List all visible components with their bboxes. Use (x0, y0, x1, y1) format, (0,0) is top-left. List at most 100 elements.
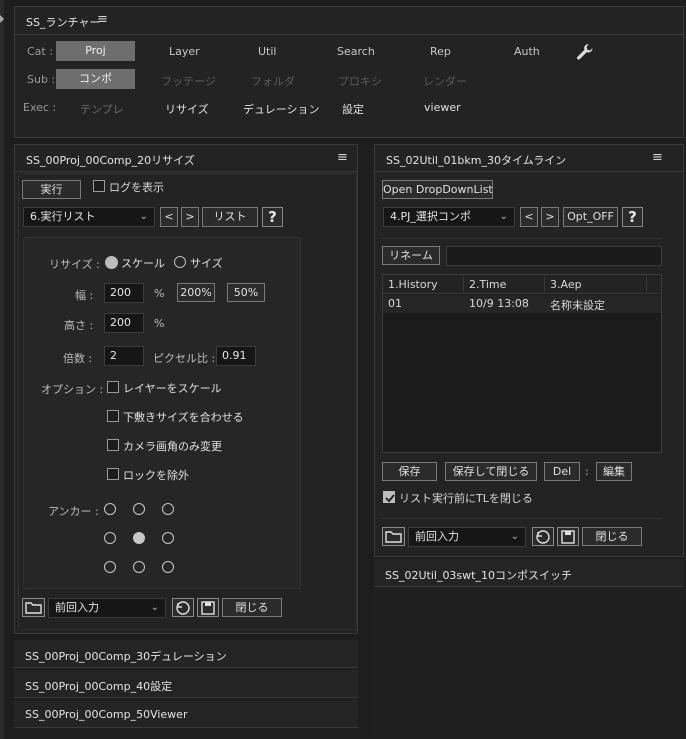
panel-menu-icon[interactable]: ≡ (337, 151, 348, 164)
column-header-aep[interactable]: 3.Aep (550, 278, 582, 291)
wrench-icon[interactable] (575, 42, 595, 62)
cat-layer-button[interactable]: Layer (169, 45, 200, 58)
help-icon[interactable]: ? (262, 207, 283, 227)
save-and-close-button[interactable]: 保存して閉じる (445, 462, 537, 481)
show-log-checkbox[interactable] (93, 180, 105, 192)
table-row[interactable]: 01 10/9 13:08 名称未設定 (383, 295, 661, 313)
divider (382, 518, 662, 519)
empty-dock-area (374, 588, 684, 736)
collapsed-panel-duration[interactable]: SS_00Proj_00Comp_30デュレーション (14, 640, 358, 668)
cat-search-button[interactable]: Search (337, 45, 375, 58)
exclude-lock-label: ロックを除外 (123, 469, 189, 482)
divider (15, 171, 357, 172)
next-button[interactable]: > (541, 207, 559, 227)
close-tl-checkbox[interactable] (383, 491, 395, 503)
sub-label: Sub : (27, 73, 56, 86)
next-button[interactable]: > (181, 207, 199, 227)
height-percent-label: % (154, 317, 165, 330)
delete-button[interactable]: Del (544, 462, 580, 481)
history-table-header: 1.History 2.Time 3.Aep (383, 275, 661, 294)
close-button[interactable]: 閉じる (582, 527, 642, 546)
reload-icon[interactable] (532, 527, 554, 546)
collapse-arrow-icon[interactable] (0, 13, 4, 23)
height-input[interactable]: 200 (104, 313, 144, 333)
anchor-middle-right[interactable] (162, 532, 174, 544)
sub-folder-button[interactable]: フォルダ (251, 73, 295, 89)
match-sub-checkbox[interactable] (107, 410, 119, 422)
sub-comp-button[interactable]: コンポ (56, 69, 135, 89)
separator-colon: : (585, 465, 589, 478)
size-radio[interactable] (174, 256, 186, 268)
rename-button[interactable]: リネーム (382, 246, 440, 265)
anchor-top-left[interactable] (104, 503, 116, 515)
run-list-select[interactable]: 6.実行リスト ⌄ (23, 207, 155, 227)
run-button[interactable]: 実行 (22, 180, 81, 199)
open-dropdown-button[interactable]: Open DropDownList (382, 180, 493, 199)
anchor-middle-left[interactable] (104, 532, 116, 544)
scale-layers-checkbox[interactable] (107, 381, 119, 393)
folder-icon[interactable] (382, 527, 405, 546)
sub-footage-button[interactable]: フッテージ (161, 73, 216, 89)
switch-panel[interactable]: SS_02Util_03swt_10コンポスイッチ (374, 559, 684, 587)
prev-button[interactable]: < (520, 207, 538, 227)
sub-render-button[interactable]: レンダー (423, 73, 467, 89)
resize-label: リサイズ : (49, 258, 100, 271)
column-header-time[interactable]: 2.Time (469, 278, 506, 291)
camera-only-checkbox[interactable] (107, 439, 119, 451)
exec-viewer-button[interactable]: viewer (424, 101, 461, 114)
chevron-down-icon: ⌄ (510, 531, 519, 542)
folder-icon[interactable] (22, 598, 45, 617)
preset-select[interactable]: 前回入力 ⌄ (408, 527, 526, 547)
anchor-center-selected[interactable] (133, 532, 145, 544)
anchor-top-center[interactable] (133, 503, 145, 515)
help-icon[interactable]: ? (622, 207, 643, 227)
exec-duration-button[interactable]: デュレーション (243, 101, 320, 117)
save-icon[interactable] (197, 598, 219, 617)
launcher-title: SS_ランチャー (26, 16, 101, 29)
cat-proj-button[interactable]: Proj (56, 41, 135, 61)
exclude-lock-checkbox[interactable] (107, 468, 119, 480)
reload-icon[interactable] (172, 598, 194, 617)
rename-input[interactable] (446, 246, 662, 266)
preset-select[interactable]: 前回入力 ⌄ (48, 598, 166, 618)
chevron-down-icon: ⌄ (150, 602, 159, 613)
edit-button[interactable]: 編集 (596, 462, 632, 481)
match-sub-label: 下敷きサイズを合わせる (123, 411, 244, 424)
comp-select[interactable]: 4.PJ_選択コンポ ⌄ (383, 207, 515, 227)
collapsed-panel-settings[interactable]: SS_00Proj_00Comp_40設定 (14, 670, 358, 698)
column-header-history[interactable]: 1.History (388, 278, 438, 291)
collapsed-panel-viewer[interactable]: SS_00Proj_00Comp_50Viewer (14, 700, 358, 728)
row-history: 01 (388, 297, 402, 310)
prev-button[interactable]: < (160, 207, 178, 227)
divider (382, 238, 662, 239)
panel-menu-icon[interactable]: ≡ (652, 151, 663, 164)
exec-template-button[interactable]: テンプレ (80, 101, 124, 117)
preset-50-button[interactable]: 50% (227, 283, 265, 302)
divider (15, 34, 683, 35)
exec-settings-button[interactable]: 設定 (342, 101, 364, 117)
preset-select-value: 前回入力 (415, 530, 459, 543)
ratio-input[interactable]: 2 (104, 346, 144, 366)
exec-resize-button[interactable]: リサイズ (165, 101, 209, 117)
cat-auth-button[interactable]: Auth (514, 45, 540, 58)
panel-menu-icon[interactable]: ≡ (97, 13, 108, 26)
close-button[interactable]: 閉じる (222, 598, 282, 617)
width-input[interactable]: 200 (104, 283, 144, 303)
anchor-bottom-right[interactable] (162, 561, 174, 573)
opt-toggle-button[interactable]: Opt_OFF (563, 207, 618, 227)
ratio-label: 倍数 : (63, 352, 93, 365)
collapsed-panel-title: SS_00Proj_00Comp_50Viewer (25, 708, 188, 721)
anchor-label: アンカー : (48, 505, 99, 518)
preset-200-button[interactable]: 200% (177, 283, 215, 302)
save-icon[interactable] (557, 527, 579, 546)
save-button[interactable]: 保存 (382, 462, 437, 481)
anchor-bottom-left[interactable] (104, 561, 116, 573)
anchor-bottom-center[interactable] (133, 561, 145, 573)
list-button[interactable]: リスト (202, 207, 258, 227)
anchor-top-right[interactable] (162, 503, 174, 515)
pixel-ratio-input[interactable]: 0.91 (216, 346, 256, 366)
scale-radio[interactable] (105, 256, 118, 269)
cat-rep-button[interactable]: Rep (430, 45, 451, 58)
sub-proxy-button[interactable]: プロキシ (338, 73, 382, 89)
cat-util-button[interactable]: Util (258, 45, 276, 58)
